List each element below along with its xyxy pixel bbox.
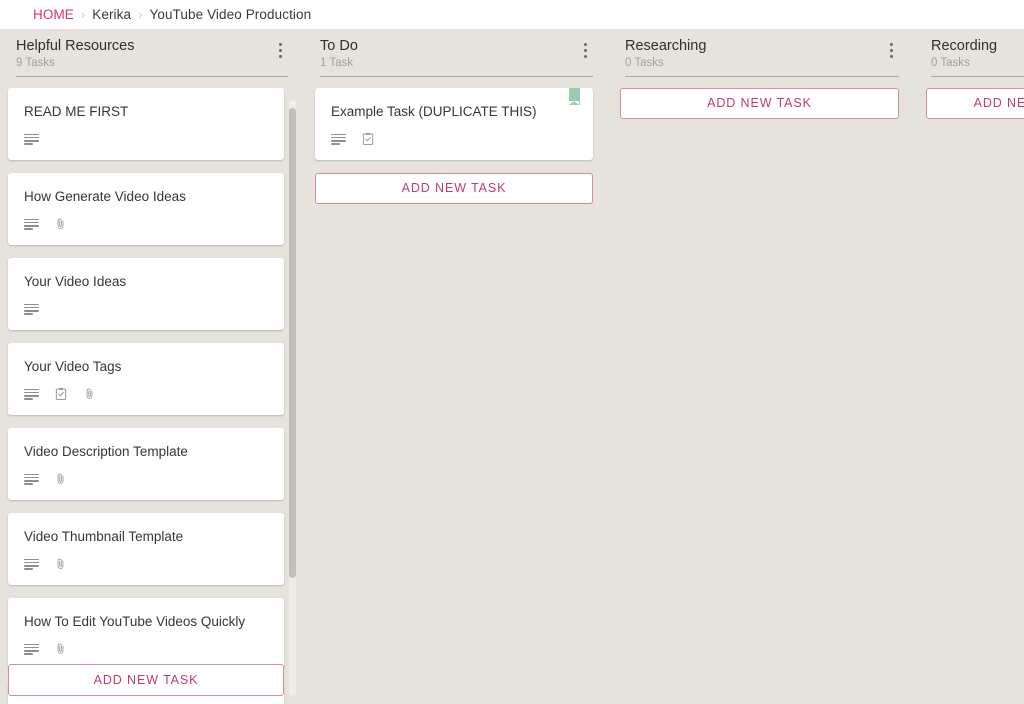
column-task-count: 9 Tasks bbox=[16, 57, 55, 69]
column-title: Recording bbox=[931, 38, 998, 54]
add-new-task-button[interactable]: ADD NEW TASK bbox=[926, 88, 1024, 119]
column-task-count: 1 Task bbox=[320, 57, 354, 69]
task-card-icons bbox=[24, 131, 268, 147]
description-icon bbox=[24, 388, 39, 400]
task-card-title: Video Description Template bbox=[24, 444, 188, 459]
column-task-count: 0 Tasks bbox=[931, 57, 970, 69]
add-new-task-button[interactable]: ADD NEW TASK bbox=[315, 173, 593, 204]
add-new-task-container: ADD NEW TASK bbox=[609, 77, 915, 119]
column-header: To Do 1 Task bbox=[304, 38, 609, 77]
attachment-icon bbox=[57, 473, 64, 484]
column-header: Researching 0 Tasks bbox=[609, 38, 915, 77]
column-header: Recording 0 Tasks bbox=[915, 38, 1024, 77]
task-card-title: Your Video Tags bbox=[24, 359, 122, 374]
breadcrumb-item-kerika[interactable]: Kerika bbox=[92, 7, 131, 22]
task-card-icons bbox=[24, 216, 268, 232]
task-card[interactable]: READ ME FIRST bbox=[8, 88, 284, 160]
task-card-icons bbox=[331, 131, 577, 147]
priority-flag-icon bbox=[569, 88, 580, 105]
column-card-list[interactable]: Example Task (DUPLICATE THIS) bbox=[304, 77, 609, 173]
add-new-task-container: ADD NEW TASK bbox=[304, 173, 609, 204]
column-title: Researching bbox=[625, 38, 707, 54]
task-card-icons bbox=[24, 641, 268, 657]
column-task-count: 0 Tasks bbox=[625, 57, 664, 69]
board-column-to-do: To Do 1 Task Example Task (DUPLICATE THI… bbox=[304, 29, 609, 704]
task-card-icons bbox=[24, 386, 268, 402]
column-title: Helpful Resources bbox=[16, 38, 135, 54]
task-card-title: Example Task (DUPLICATE THIS) bbox=[331, 104, 537, 119]
kebab-menu-icon[interactable] bbox=[577, 40, 593, 60]
description-icon bbox=[24, 643, 39, 655]
add-new-task-container: ADD NEW TASK bbox=[8, 664, 284, 696]
kanban-board: Helpful Resources 9 Tasks READ ME FIRST … bbox=[0, 29, 1024, 704]
breadcrumb-separator-icon: › bbox=[80, 6, 86, 22]
add-new-task-button[interactable]: ADD NEW TASK bbox=[8, 664, 284, 696]
board-column-recording: Recording 0 Tasks ADD NEW TASK bbox=[915, 29, 1024, 704]
kebab-menu-icon[interactable] bbox=[883, 40, 899, 60]
task-card-title: Video Thumbnail Template bbox=[24, 529, 184, 544]
task-card[interactable]: Your Video Ideas bbox=[8, 258, 284, 330]
add-new-task-container: ADD NEW TASK bbox=[915, 77, 1024, 119]
task-card-title: Your Video Ideas bbox=[24, 274, 127, 289]
task-card[interactable]: Video Thumbnail Template bbox=[8, 513, 284, 585]
breadcrumb-separator-icon: › bbox=[138, 6, 143, 22]
task-card-title: How Generate Video Ideas bbox=[24, 189, 186, 204]
column-title: To Do bbox=[320, 38, 358, 54]
description-icon bbox=[331, 133, 346, 145]
checklist-icon bbox=[55, 387, 67, 401]
attachment-icon bbox=[57, 218, 64, 229]
column-scrollbar-thumb[interactable] bbox=[289, 108, 296, 578]
description-icon bbox=[24, 218, 39, 230]
attachment-icon bbox=[57, 558, 64, 569]
board-column-researching: Researching 0 Tasks ADD NEW TASK bbox=[609, 29, 915, 704]
breadcrumb-item-board: YouTube Video Production bbox=[149, 6, 312, 22]
column-scrollbar-track[interactable] bbox=[289, 100, 296, 696]
attachment-icon bbox=[57, 643, 64, 654]
breadcrumb-item-home[interactable]: HOME bbox=[33, 7, 74, 22]
task-card[interactable]: Your Video Tags bbox=[8, 343, 284, 415]
kebab-menu-icon[interactable] bbox=[272, 40, 288, 60]
task-card[interactable]: How To Edit YouTube Videos Quickly bbox=[8, 598, 284, 670]
task-card-icons bbox=[24, 471, 268, 487]
description-icon bbox=[24, 133, 39, 145]
task-card[interactable]: Example Task (DUPLICATE THIS) bbox=[315, 88, 593, 160]
description-icon bbox=[24, 303, 39, 315]
task-card-title: How To Edit YouTube Videos Quickly bbox=[24, 614, 246, 629]
add-new-task-button[interactable]: ADD NEW TASK bbox=[620, 88, 899, 119]
task-card-icons bbox=[24, 556, 268, 572]
description-icon bbox=[24, 558, 39, 570]
task-card-title: READ ME FIRST bbox=[24, 104, 129, 119]
task-card-icons bbox=[24, 301, 268, 317]
breadcrumb: HOME › Kerika › YouTube Video Production bbox=[0, 0, 1024, 29]
description-icon bbox=[24, 473, 39, 485]
task-card[interactable]: How Generate Video Ideas bbox=[8, 173, 284, 245]
attachment-icon bbox=[86, 388, 93, 399]
column-card-list[interactable]: READ ME FIRST How Generate Video Ideas Y… bbox=[0, 77, 304, 704]
column-header: Helpful Resources 9 Tasks bbox=[0, 38, 304, 77]
task-card[interactable]: Video Description Template bbox=[8, 428, 284, 500]
board-column-helpful-resources: Helpful Resources 9 Tasks READ ME FIRST … bbox=[0, 29, 304, 704]
checklist-icon bbox=[362, 132, 374, 146]
